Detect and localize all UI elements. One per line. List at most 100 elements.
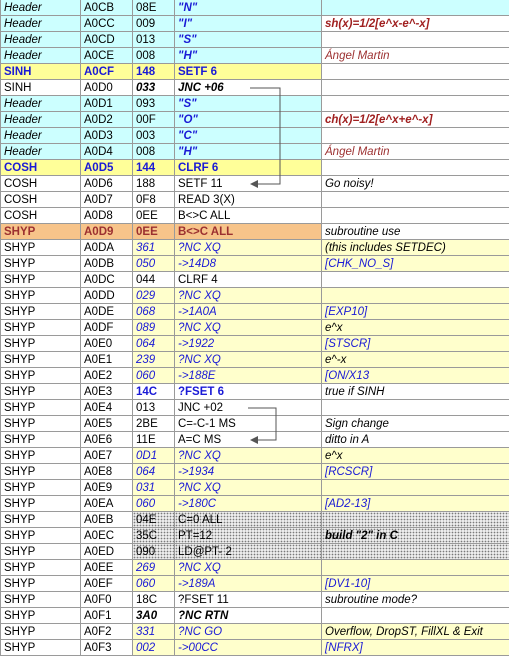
cell-code: 361 [133,240,175,256]
cell-code: 003 [133,128,175,144]
cell-instr: "O" [175,112,322,128]
cell-instr: "H" [175,48,322,64]
table-row: Header A0D4 008 "H" Ángel Martin [0,144,509,160]
cell-note: [ON/X13 [322,368,509,384]
cell-label: SHYP [0,464,81,480]
cell-label: SHYP [0,224,81,240]
cell-label: SHYP [0,480,81,496]
cell-instr: ?NC XQ [175,288,322,304]
cell-label: SHYP [0,336,81,352]
table-row: SINH A0CF 148 SETF 6 [0,64,509,80]
cell-addr: A0E9 [81,480,133,496]
cell-addr: A0DF [81,320,133,336]
cell-note: Ángel Martin [322,48,509,64]
table-row: SHYP A0E5 2BE C=-C-1 MS Sign change [0,416,509,432]
cell-note [322,0,509,16]
cell-label: SHYP [0,560,81,576]
cell-code: 060 [133,496,175,512]
cell-label: Header [0,32,81,48]
cell-instr: ->180C [175,496,322,512]
cell-addr: A0E0 [81,336,133,352]
cell-addr: A0DC [81,272,133,288]
cell-note [322,96,509,112]
table-row: SHYP A0EB 04E C=0 ALL [0,512,509,528]
cell-instr: READ 3(X) [175,192,322,208]
cell-note [322,32,509,48]
cell-addr: A0EB [81,512,133,528]
cell-label: Header [0,96,81,112]
cell-label: COSH [0,160,81,176]
cell-code: 008 [133,48,175,64]
cell-code: 00F [133,112,175,128]
cell-note: [RCSCR] [322,464,509,480]
cell-addr: A0D0 [81,80,133,96]
cell-label: COSH [0,208,81,224]
cell-code: 013 [133,32,175,48]
cell-instr: PT=12 [175,528,322,544]
cell-addr: A0CD [81,32,133,48]
cell-label: Header [0,16,81,32]
cell-code: 068 [133,304,175,320]
cell-instr: "S" [175,32,322,48]
cell-instr: "H" [175,144,322,160]
cell-addr: A0CF [81,64,133,80]
table-row: SHYP A0F0 18C ?FSET 11 subroutine mode? [0,592,509,608]
cell-instr: ?NC XQ [175,448,322,464]
table-row: COSH A0D7 0F8 READ 3(X) [0,192,509,208]
cell-addr: A0E5 [81,416,133,432]
cell-instr: ?FSET 6 [175,384,322,400]
cell-note: [CHK_NO_S] [322,256,509,272]
cell-code: 0EE [133,208,175,224]
cell-code: 239 [133,352,175,368]
cell-addr: A0E4 [81,400,133,416]
table-row: SHYP A0EA 060 ->180C [AD2-13] [0,496,509,512]
cell-note: [STSCR] [322,336,509,352]
cell-note [322,192,509,208]
cell-code: 0D1 [133,448,175,464]
cell-addr: A0CC [81,16,133,32]
cell-code: 029 [133,288,175,304]
cell-instr: CLRF 4 [175,272,322,288]
cell-addr: A0D9 [81,224,133,240]
table-row: COSH A0D5 144 CLRF 6 [0,160,509,176]
assembly-listing-table: Header A0CB 08E "N" Header A0CC 009 "I" sh(x)=1/… [0,0,509,656]
table-row: COSH A0D8 0EE B<>C ALL [0,208,509,224]
cell-code: 04E [133,512,175,528]
cell-label: SHYP [0,368,81,384]
cell-instr: ->1922 [175,336,322,352]
cell-instr: ->188E [175,368,322,384]
cell-code: 11E [133,432,175,448]
cell-note: subroutine mode? [322,592,509,608]
cell-code: 009 [133,16,175,32]
cell-label: SHYP [0,512,81,528]
cell-note: ch(x)=1/2[e^x+e^-x] [322,112,509,128]
cell-addr: A0E1 [81,352,133,368]
cell-instr: LD@PT- 2 [175,544,322,560]
table-row: SHYP A0E8 064 ->1934 [RCSCR] [0,464,509,480]
cell-instr: ->1A0A [175,304,322,320]
cell-addr: A0D2 [81,112,133,128]
cell-code: 148 [133,64,175,80]
cell-addr: A0E3 [81,384,133,400]
cell-note: subroutine use [322,224,509,240]
cell-instr: SETF 6 [175,64,322,80]
cell-instr: C=0 ALL [175,512,322,528]
cell-note: [AD2-13] [322,496,509,512]
cell-label: SHYP [0,624,81,640]
cell-instr: "I" [175,16,322,32]
cell-addr: A0D8 [81,208,133,224]
cell-code: 35C [133,528,175,544]
cell-note [322,480,509,496]
cell-note [322,288,509,304]
cell-instr: ?NC GO [175,624,322,640]
cell-instr: B<>C ALL [175,224,322,240]
cell-label: Header [0,112,81,128]
cell-addr: A0CE [81,48,133,64]
cell-code: 093 [133,96,175,112]
table-row: SHYP A0E1 239 ?NC XQ e^-x [0,352,509,368]
cell-instr: ->189A [175,576,322,592]
cell-label: SHYP [0,240,81,256]
cell-instr: "N" [175,0,322,16]
cell-code: 064 [133,336,175,352]
cell-addr: A0D7 [81,192,133,208]
